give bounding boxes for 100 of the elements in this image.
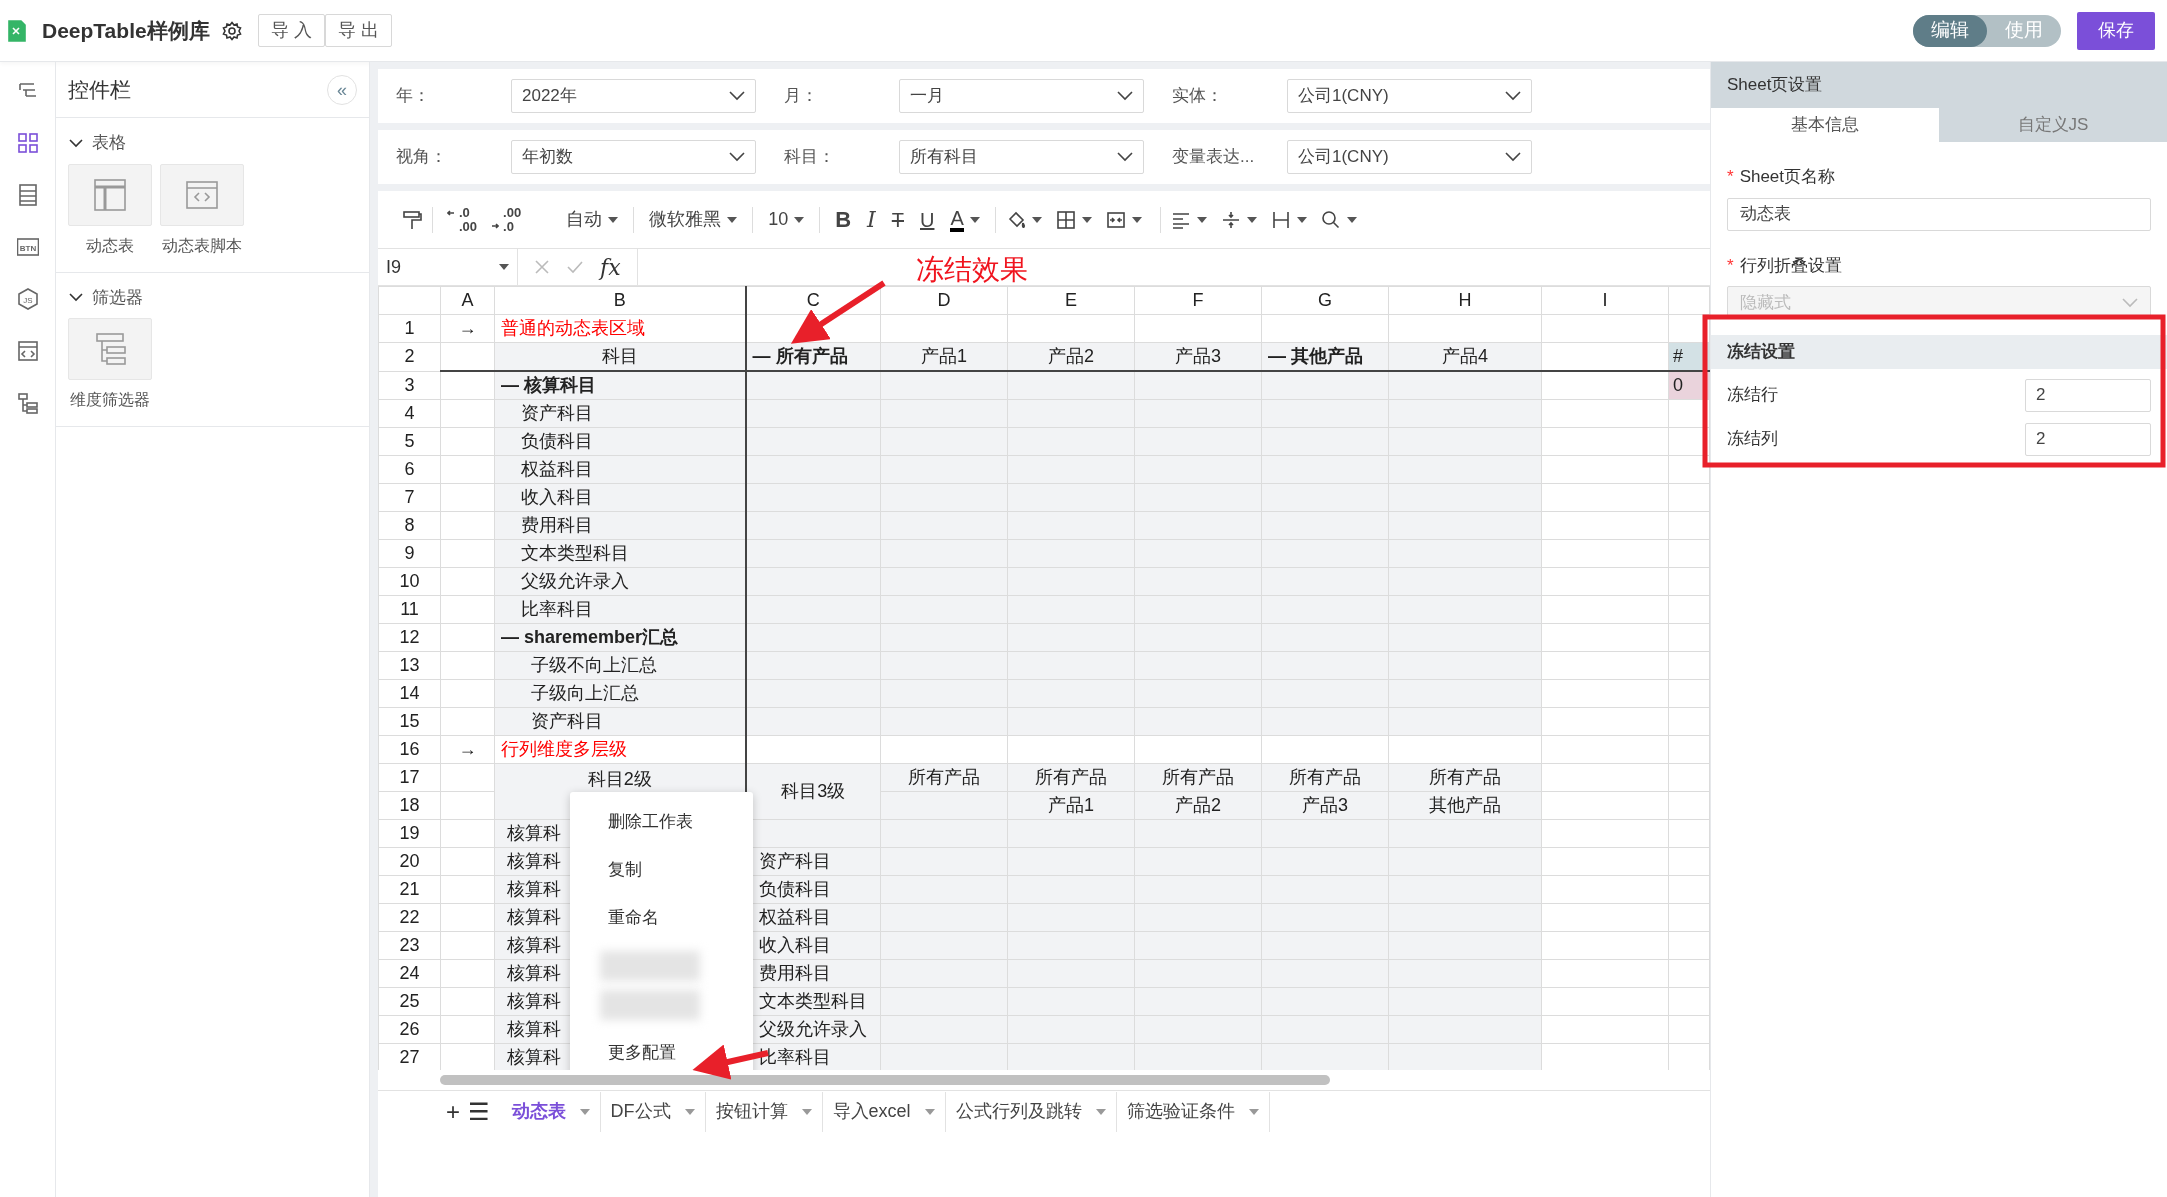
settings-icon[interactable]: [221, 20, 242, 41]
column-header[interactable]: I: [1541, 286, 1669, 315]
dropdown-button[interactable]: 微软雅黑: [644, 206, 743, 233]
table-cell[interactable]: [1388, 455, 1542, 484]
caret-icon[interactable]: [1081, 216, 1092, 223]
table-cell[interactable]: [1668, 791, 1710, 820]
menu-item[interactable]: 更多配置: [570, 1029, 753, 1070]
table-cell[interactable]: [1134, 1015, 1262, 1044]
toolbar-button[interactable]: 导 入: [257, 14, 325, 47]
table-cell[interactable]: [1388, 567, 1542, 596]
menu-item[interactable]: 重命名: [570, 894, 753, 942]
table-cell[interactable]: [1541, 455, 1669, 484]
table-cell[interactable]: [745, 567, 881, 596]
save-button[interactable]: 保存: [2077, 11, 2155, 50]
table-cell[interactable]: [745, 623, 881, 652]
table-cell[interactable]: [1007, 455, 1135, 484]
table-cell[interactable]: [1261, 399, 1389, 428]
table-cell[interactable]: [880, 819, 1008, 848]
table-cell[interactable]: [1134, 567, 1262, 596]
table-cell[interactable]: [1261, 959, 1389, 988]
table-cell[interactable]: [1261, 483, 1389, 512]
column-header[interactable]: C: [745, 286, 881, 315]
table-cell[interactable]: 所有产品: [1261, 763, 1389, 792]
column-header[interactable]: A: [440, 286, 495, 315]
table-cell[interactable]: →: [440, 735, 495, 764]
table-cell[interactable]: [1388, 539, 1542, 568]
column-header[interactable]: H: [1388, 286, 1542, 315]
table-cell[interactable]: [1668, 483, 1710, 512]
table-cell[interactable]: [1388, 959, 1542, 988]
table-cell[interactable]: [745, 679, 881, 708]
table-cell[interactable]: [440, 595, 495, 624]
row-number[interactable]: 6: [378, 455, 441, 484]
table-cell[interactable]: [1261, 511, 1389, 540]
table-cell[interactable]: [1007, 427, 1135, 456]
table-cell[interactable]: [1388, 651, 1542, 680]
table-cell[interactable]: [1134, 511, 1262, 540]
table-cell[interactable]: [440, 483, 495, 512]
table-cell[interactable]: [880, 371, 1008, 400]
table-cell[interactable]: [1134, 483, 1262, 512]
table-cell[interactable]: [1541, 371, 1669, 400]
list-icon[interactable]: [16, 184, 39, 206]
table-cell[interactable]: [880, 595, 1008, 624]
row-number[interactable]: 5: [378, 427, 441, 456]
table-cell[interactable]: [1007, 1015, 1135, 1044]
table-cell[interactable]: [1261, 735, 1389, 764]
table-cell[interactable]: [440, 371, 495, 400]
row-number[interactable]: 21: [378, 875, 441, 904]
select-field[interactable]: 年初数: [511, 140, 756, 174]
table-cell[interactable]: [880, 314, 1008, 343]
table-cell[interactable]: [745, 314, 881, 343]
table-cell[interactable]: [1261, 455, 1389, 484]
row-number[interactable]: 23: [378, 931, 441, 960]
table-cell[interactable]: [880, 511, 1008, 540]
table-cell[interactable]: [745, 735, 881, 764]
table-cell[interactable]: [1007, 735, 1135, 764]
table-cell[interactable]: [1261, 847, 1389, 876]
table-cell[interactable]: [880, 987, 1008, 1016]
table-cell[interactable]: 产品3: [1261, 791, 1389, 820]
table-cell[interactable]: 产品2: [1134, 791, 1262, 820]
table-cell[interactable]: [1261, 987, 1389, 1016]
table-cell[interactable]: [1134, 623, 1262, 652]
table-cell[interactable]: [880, 399, 1008, 428]
table-cell[interactable]: [1261, 567, 1389, 596]
table-cell[interactable]: [1261, 875, 1389, 904]
table-cell[interactable]: [880, 707, 1008, 736]
table-cell[interactable]: [440, 903, 495, 932]
table-cell[interactable]: [1007, 987, 1135, 1016]
table-cell[interactable]: [880, 483, 1008, 512]
table-cell[interactable]: [1007, 371, 1135, 400]
row-number[interactable]: 3: [378, 371, 441, 400]
table-cell[interactable]: [1668, 623, 1710, 652]
select-field[interactable]: 所有科目: [899, 140, 1144, 174]
table-cell[interactable]: [1134, 987, 1262, 1016]
caret-icon[interactable]: [1196, 216, 1207, 223]
grid-icon[interactable]: [16, 132, 39, 154]
table-cell[interactable]: [1261, 1043, 1389, 1070]
table-cell[interactable]: [440, 623, 495, 652]
table-cell[interactable]: [1007, 623, 1135, 652]
border-icon[interactable]: [1055, 209, 1076, 230]
table-cell[interactable]: [1668, 539, 1710, 568]
table-cell[interactable]: [440, 847, 495, 876]
table-cell[interactable]: [1134, 595, 1262, 624]
table-cell[interactable]: [1668, 399, 1710, 428]
table-cell[interactable]: [1007, 959, 1135, 988]
table-cell[interactable]: [1541, 903, 1669, 932]
table-cell[interactable]: [1541, 735, 1669, 764]
table-cell[interactable]: [1134, 314, 1262, 343]
table-cell[interactable]: [745, 595, 881, 624]
confirm-icon[interactable]: [566, 259, 584, 275]
row-number[interactable]: 20: [378, 847, 441, 876]
row-number[interactable]: 2: [378, 342, 441, 371]
scrollbar-thumb[interactable]: [440, 1075, 1330, 1085]
row-number[interactable]: 4: [378, 399, 441, 428]
table-cell[interactable]: 产品2: [1007, 342, 1135, 371]
table-cell[interactable]: [1261, 819, 1389, 848]
table-cell[interactable]: [1261, 931, 1389, 960]
table-cell[interactable]: [1541, 314, 1669, 343]
table-cell[interactable]: [1388, 314, 1542, 343]
table-cell[interactable]: 父级允许录入: [494, 567, 746, 596]
table-cell[interactable]: [1261, 1015, 1389, 1044]
